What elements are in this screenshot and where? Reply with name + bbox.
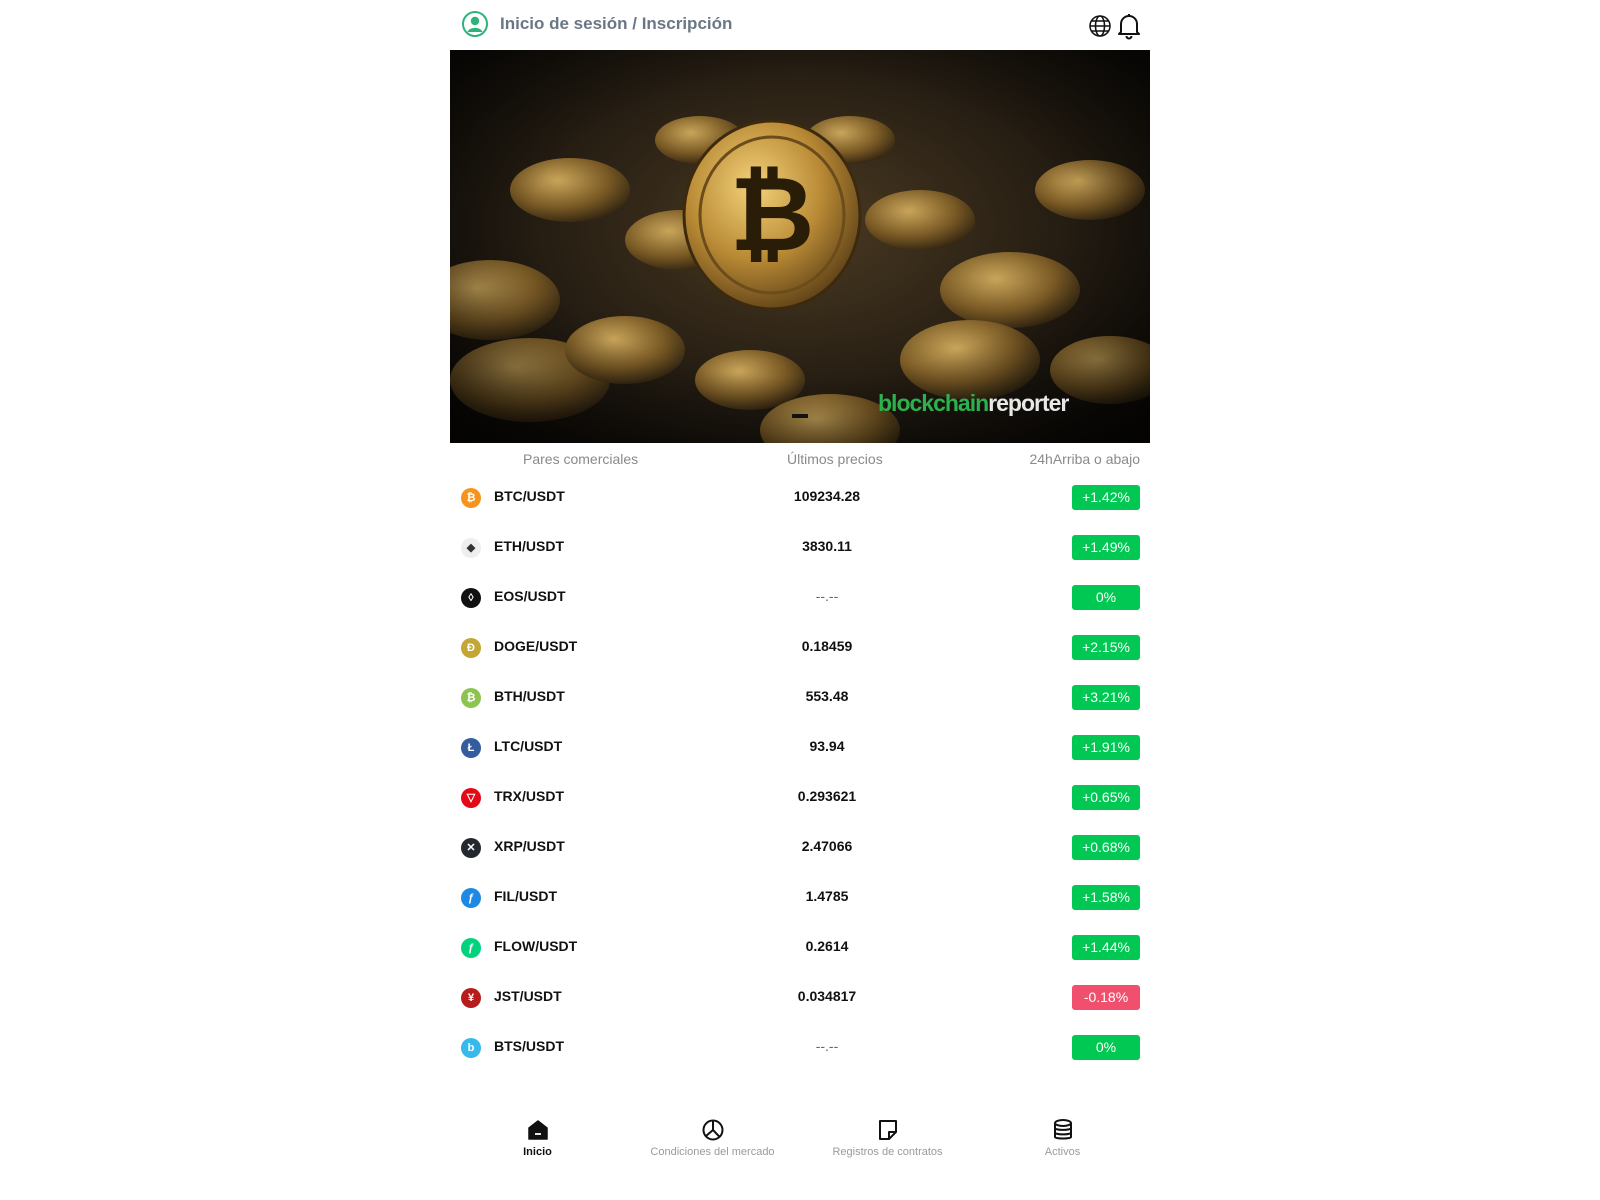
bell-icon[interactable] [1116, 12, 1142, 40]
change-badge: +0.68% [1072, 835, 1140, 860]
change-badge: +2.15% [1072, 635, 1140, 660]
carousel-indicator[interactable] [792, 414, 808, 418]
pair-name: LTC/USDT [494, 738, 563, 754]
change-badge: +1.91% [1072, 735, 1140, 760]
change-badge: 0% [1072, 585, 1140, 610]
banner-watermark: blockchainreporter [878, 390, 1069, 416]
user-circle-icon[interactable] [462, 11, 488, 37]
pair-name: BTH/USDT [494, 688, 565, 704]
pair-name: FLOW/USDT [494, 938, 578, 954]
bitcoin-icon: ₿ [461, 488, 481, 508]
market-row[interactable]: b BTS/USDT --.-- 0% [450, 1023, 1150, 1073]
nav-item-assets[interactable]: Activos [975, 1118, 1150, 1178]
change-badge: +1.42% [1072, 485, 1140, 510]
last-price: --.-- [815, 1038, 839, 1054]
market-list: ₿ BTC/USDT 109234.28 +1.42% ◆ ETH/USDT 3830.11… [450, 473, 1150, 1073]
nav-label-market: Condiciones del mercado [650, 1146, 775, 1158]
bottom-nav: Inicio Condiciones del mercado Registros… [450, 1118, 1150, 1200]
market-row[interactable]: ₿ BTH/USDT 553.48 +3.21% [450, 673, 1150, 723]
col-header-price: Últimos precios [787, 451, 883, 467]
market-row[interactable]: Ł LTC/USDT 93.94 +1.91% [450, 723, 1150, 773]
litecoin-icon: Ł [461, 738, 481, 758]
market-row[interactable]: Ð DOGE/USDT 0.18459 +2.15% [450, 623, 1150, 673]
last-price: 553.48 [805, 688, 849, 704]
nav-item-home[interactable]: Inicio [450, 1118, 625, 1178]
col-header-change: 24hArriba o abajo [1029, 451, 1140, 467]
market-row[interactable]: ƒ FIL/USDT 1.4785 +1.58% [450, 873, 1150, 923]
change-badge: +1.58% [1072, 885, 1140, 910]
change-badge: +0.65% [1072, 785, 1140, 810]
last-price: 3830.11 [802, 538, 852, 554]
pair-name: EOS/USDT [494, 588, 566, 604]
pair-name: TRX/USDT [494, 788, 564, 804]
pie-chart-icon [702, 1119, 723, 1141]
last-price: --.-- [815, 588, 839, 604]
ethereum-icon: ◆ [461, 538, 481, 558]
just-icon: ¥ [461, 988, 481, 1008]
pair-name: DOGE/USDT [494, 638, 578, 654]
last-price: 109234.28 [793, 488, 861, 504]
change-badge: +1.49% [1072, 535, 1140, 560]
market-row[interactable]: ¥ JST/USDT 0.034817 -0.18% [450, 973, 1150, 1023]
pair-name: ETH/USDT [494, 538, 564, 554]
promo-banner[interactable]: ₿ blockchainreporter [450, 50, 1150, 443]
market-row[interactable]: ƒ FLOW/USDT 0.2614 +1.44% [450, 923, 1150, 973]
login-register-link[interactable]: Inicio de sesión / Inscripción [500, 14, 732, 34]
home-icon [527, 1120, 548, 1140]
last-price: 0.18459 [801, 638, 853, 654]
eos-icon: ◊ [461, 588, 481, 608]
nav-item-market[interactable]: Condiciones del mercado [625, 1118, 800, 1178]
globe-icon[interactable] [1088, 14, 1112, 38]
filecoin-icon: ƒ [461, 888, 481, 908]
tron-icon: ▽ [461, 788, 481, 808]
change-badge: +1.44% [1072, 935, 1140, 960]
nav-label-contracts: Registros de contratos [832, 1146, 943, 1158]
pair-name: FIL/USDT [494, 888, 557, 904]
pair-name: BTC/USDT [494, 488, 565, 504]
top-header: Inicio de sesión / Inscripción [450, 0, 1150, 50]
last-price: 0.2614 [805, 938, 849, 954]
pair-name: XRP/USDT [494, 838, 565, 854]
change-badge: -0.18% [1072, 985, 1140, 1010]
app-container: Inicio de sesión / Inscripción blockchai… [450, 0, 1150, 1200]
nav-item-contracts[interactable]: Registros de contratos [800, 1118, 975, 1178]
market-table-header: Pares comerciales Últimos precios 24hArr… [450, 443, 1150, 473]
pair-name: BTS/USDT [494, 1038, 564, 1054]
col-header-pair: Pares comerciales [523, 451, 639, 467]
market-row[interactable]: ◊ EOS/USDT --.-- 0% [450, 573, 1150, 623]
dogecoin-icon: Ð [461, 638, 481, 658]
xrp-icon: ✕ [461, 838, 481, 858]
bitshares-icon: b [461, 1038, 481, 1058]
database-icon [1053, 1119, 1072, 1140]
flow-icon: ƒ [461, 938, 481, 958]
market-row[interactable]: ▽ TRX/USDT 0.293621 +0.65% [450, 773, 1150, 823]
change-badge: +3.21% [1072, 685, 1140, 710]
last-price: 0.034817 [797, 988, 857, 1004]
last-price: 0.293621 [797, 788, 857, 804]
market-row[interactable]: ✕ XRP/USDT 2.47066 +0.68% [450, 823, 1150, 873]
change-badge: 0% [1072, 1035, 1140, 1060]
last-price: 1.4785 [805, 888, 849, 904]
banner-image: ₿ [450, 50, 1150, 443]
bitcoin-cash-icon: ₿ [461, 688, 481, 708]
market-row[interactable]: ₿ BTC/USDT 109234.28 +1.42% [450, 473, 1150, 523]
last-price: 2.47066 [801, 838, 853, 854]
pair-name: JST/USDT [494, 988, 562, 1004]
note-icon [878, 1120, 897, 1140]
market-row[interactable]: ◆ ETH/USDT 3830.11 +1.49% [450, 523, 1150, 573]
nav-label-assets: Activos [1044, 1146, 1081, 1158]
last-price: 93.94 [809, 738, 845, 754]
nav-label-home: Inicio [523, 1146, 552, 1158]
